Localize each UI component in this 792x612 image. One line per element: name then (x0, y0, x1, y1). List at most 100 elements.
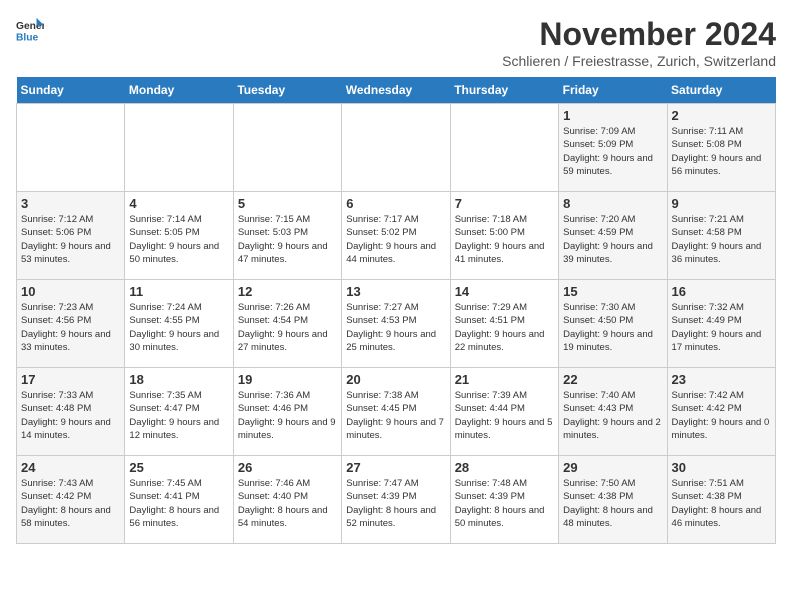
calendar-cell: 7Sunrise: 7:18 AMSunset: 5:00 PMDaylight… (450, 192, 558, 280)
day-number: 24 (21, 460, 120, 475)
header-wednesday: Wednesday (342, 77, 450, 104)
day-number: 19 (238, 372, 337, 387)
day-info: Sunrise: 7:36 AMSunset: 4:46 PMDaylight:… (238, 389, 337, 442)
calendar-cell: 18 Sunrise: 7:35 AMSunset: 4:47 PMDayligh… (125, 368, 233, 456)
header-row: SundayMondayTuesdayWednesdayThursdayFrid… (17, 77, 776, 104)
day-info: Sunrise: 7:09 AMSunset: 5:09 PMDaylight:… (563, 125, 662, 178)
calendar-cell: 20 Sunrise: 7:38 AMSunset: 4:45 PMDayligh… (342, 368, 450, 456)
header-sunday: Sunday (17, 77, 125, 104)
day-number: 8 (563, 196, 662, 211)
header-saturday: Saturday (667, 77, 775, 104)
day-number: 14 (455, 284, 554, 299)
day-info: Sunrise: 7:24 AMSunset: 4:55 PMDaylight:… (129, 301, 228, 354)
calendar-cell: 12Sunrise: 7:26 AMSunset: 4:54 PMDayligh… (233, 280, 341, 368)
day-info: Sunrise: 7:48 AMSunset: 4:39 PMDaylight:… (455, 477, 554, 530)
subtitle: Schlieren / Freiestrasse, Zurich, Switze… (502, 53, 776, 69)
calendar-cell: 8 Sunrise: 7:20 AMSunset: 4:59 PMDaylight… (559, 192, 667, 280)
calendar-cell: 17Sunrise: 7:33 AMSunset: 4:48 PMDayligh… (17, 368, 125, 456)
day-info: Sunrise: 7:11 AMSunset: 5:08 PMDaylight:… (672, 125, 771, 178)
page-header: General Blue November 2024 Schlieren / F… (16, 16, 776, 69)
day-number: 26 (238, 460, 337, 475)
day-number: 23 (672, 372, 771, 387)
day-info: Sunrise: 7:17 AMSunset: 5:02 PMDaylight:… (346, 213, 445, 266)
calendar-week-4: 17Sunrise: 7:33 AMSunset: 4:48 PMDayligh… (17, 368, 776, 456)
day-info: Sunrise: 7:45 AMSunset: 4:41 PMDaylight:… (129, 477, 228, 530)
day-info: Sunrise: 7:35 AMSunset: 4:47 PMDaylight:… (129, 389, 228, 442)
calendar-cell: 15 Sunrise: 7:30 AMSunset: 4:50 PMDayligh… (559, 280, 667, 368)
calendar-cell: 4 Sunrise: 7:14 AMSunset: 5:05 PMDaylight… (125, 192, 233, 280)
calendar-cell: 24 Sunrise: 7:43 AMSunset: 4:42 PMDayligh… (17, 456, 125, 544)
calendar-cell: 9 Sunrise: 7:21 AMSunset: 4:58 PMDaylight… (667, 192, 775, 280)
day-info: Sunrise: 7:43 AMSunset: 4:42 PMDaylight:… (21, 477, 120, 530)
day-info: Sunrise: 7:27 AMSunset: 4:53 PMDaylight:… (346, 301, 445, 354)
day-number: 29 (563, 460, 662, 475)
day-number: 30 (672, 460, 771, 475)
day-number: 15 (563, 284, 662, 299)
calendar-cell: 13 Sunrise: 7:27 AMSunset: 4:53 PMDayligh… (342, 280, 450, 368)
calendar-cell: 29 Sunrise: 7:50 AMSunset: 4:38 PMDayligh… (559, 456, 667, 544)
day-number: 18 (129, 372, 228, 387)
calendar-cell: 2 Sunrise: 7:11 AMSunset: 5:08 PMDaylight… (667, 104, 775, 192)
calendar-cell: 19 Sunrise: 7:36 AMSunset: 4:46 PMDayligh… (233, 368, 341, 456)
day-info: Sunrise: 7:32 AMSunset: 4:49 PMDaylight:… (672, 301, 771, 354)
day-info: Sunrise: 7:12 AMSunset: 5:06 PMDaylight:… (21, 213, 120, 266)
calendar-cell: 11Sunrise: 7:24 AMSunset: 4:55 PMDayligh… (125, 280, 233, 368)
day-number: 9 (672, 196, 771, 211)
calendar-cell: 5Sunrise: 7:15 AMSunset: 5:03 PMDaylight… (233, 192, 341, 280)
day-number: 16 (672, 284, 771, 299)
calendar-cell: 3 Sunrise: 7:12 AMSunset: 5:06 PMDaylight… (17, 192, 125, 280)
day-number: 10 (21, 284, 120, 299)
day-number: 1 (563, 108, 662, 123)
calendar-cell: 23Sunrise: 7:42 AMSunset: 4:42 PMDayligh… (667, 368, 775, 456)
calendar-cell: 6 Sunrise: 7:17 AMSunset: 5:02 PMDaylight… (342, 192, 450, 280)
day-info: Sunrise: 7:46 AMSunset: 4:40 PMDaylight:… (238, 477, 337, 530)
calendar-cell: 14 Sunrise: 7:29 AMSunset: 4:51 PMDayligh… (450, 280, 558, 368)
calendar-week-3: 10 Sunrise: 7:23 AMSunset: 4:56 PMDayligh… (17, 280, 776, 368)
day-info: Sunrise: 7:30 AMSunset: 4:50 PMDaylight:… (563, 301, 662, 354)
calendar-week-5: 24 Sunrise: 7:43 AMSunset: 4:42 PMDayligh… (17, 456, 776, 544)
day-info: Sunrise: 7:40 AMSunset: 4:43 PMDaylight:… (563, 389, 662, 442)
day-number: 20 (346, 372, 445, 387)
calendar-cell: 22 Sunrise: 7:40 AMSunset: 4:43 PMDayligh… (559, 368, 667, 456)
day-number: 12 (238, 284, 337, 299)
day-info: Sunrise: 7:51 AMSunset: 4:38 PMDaylight:… (672, 477, 771, 530)
header-friday: Friday (559, 77, 667, 104)
calendar-cell: 26 Sunrise: 7:46 AMSunset: 4:40 PMDayligh… (233, 456, 341, 544)
calendar-week-2: 3 Sunrise: 7:12 AMSunset: 5:06 PMDaylight… (17, 192, 776, 280)
day-number: 25 (129, 460, 228, 475)
day-info: Sunrise: 7:38 AMSunset: 4:45 PMDaylight:… (346, 389, 445, 442)
day-number: 3 (21, 196, 120, 211)
day-info: Sunrise: 7:39 AMSunset: 4:44 PMDaylight:… (455, 389, 554, 442)
day-info: Sunrise: 7:21 AMSunset: 4:58 PMDaylight:… (672, 213, 771, 266)
calendar-cell (17, 104, 125, 192)
calendar-week-1: 1 Sunrise: 7:09 AMSunset: 5:09 PMDaylight… (17, 104, 776, 192)
calendar-cell: 16 Sunrise: 7:32 AMSunset: 4:49 PMDayligh… (667, 280, 775, 368)
calendar-cell: 28Sunrise: 7:48 AMSunset: 4:39 PMDayligh… (450, 456, 558, 544)
day-info: Sunrise: 7:18 AMSunset: 5:00 PMDaylight:… (455, 213, 554, 266)
day-number: 4 (129, 196, 228, 211)
title-area: November 2024 Schlieren / Freiestrasse, … (502, 16, 776, 69)
calendar-cell (450, 104, 558, 192)
day-number: 21 (455, 372, 554, 387)
day-number: 2 (672, 108, 771, 123)
day-number: 17 (21, 372, 120, 387)
calendar-cell: 27Sunrise: 7:47 AMSunset: 4:39 PMDayligh… (342, 456, 450, 544)
calendar-table: SundayMondayTuesdayWednesdayThursdayFrid… (16, 77, 776, 544)
logo-icon: General Blue (16, 16, 44, 44)
day-number: 5 (238, 196, 337, 211)
day-info: Sunrise: 7:23 AMSunset: 4:56 PMDaylight:… (21, 301, 120, 354)
calendar-cell: 25 Sunrise: 7:45 AMSunset: 4:41 PMDayligh… (125, 456, 233, 544)
header-tuesday: Tuesday (233, 77, 341, 104)
day-info: Sunrise: 7:14 AMSunset: 5:05 PMDaylight:… (129, 213, 228, 266)
day-info: Sunrise: 7:50 AMSunset: 4:38 PMDaylight:… (563, 477, 662, 530)
day-info: Sunrise: 7:29 AMSunset: 4:51 PMDaylight:… (455, 301, 554, 354)
header-thursday: Thursday (450, 77, 558, 104)
calendar-cell: 30 Sunrise: 7:51 AMSunset: 4:38 PMDayligh… (667, 456, 775, 544)
calendar-cell: 10 Sunrise: 7:23 AMSunset: 4:56 PMDayligh… (17, 280, 125, 368)
day-number: 13 (346, 284, 445, 299)
calendar-cell (342, 104, 450, 192)
calendar-cell (125, 104, 233, 192)
day-number: 22 (563, 372, 662, 387)
day-number: 6 (346, 196, 445, 211)
day-info: Sunrise: 7:20 AMSunset: 4:59 PMDaylight:… (563, 213, 662, 266)
